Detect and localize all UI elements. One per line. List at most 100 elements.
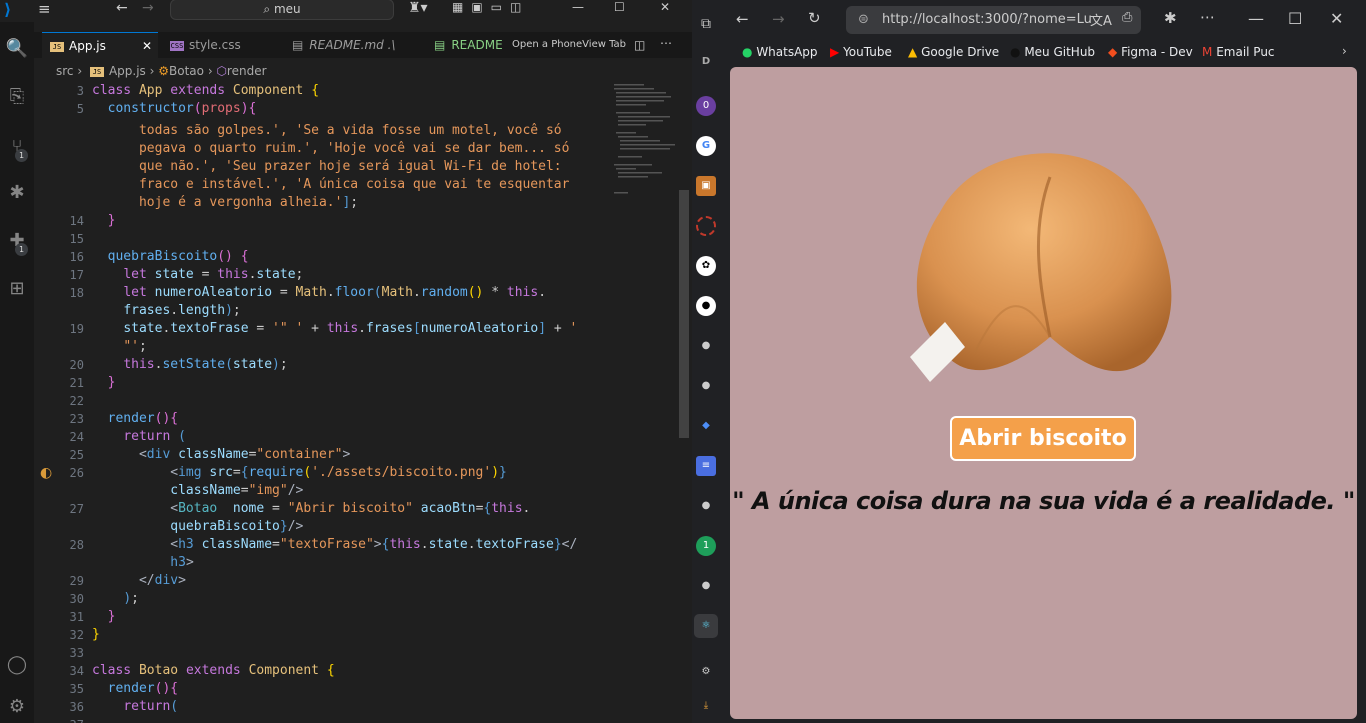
- maximize-button[interactable]: ☐: [1288, 9, 1302, 28]
- circle-icon[interactable]: [696, 216, 716, 236]
- tab-readme-md[interactable]: ▤ README.md .\: [288, 32, 428, 58]
- open-cookie-button[interactable]: Abrir biscoito: [950, 416, 1136, 461]
- back-arrow-icon[interactable]: ←: [736, 10, 749, 28]
- extensions-icon[interactable]: ✱: [1164, 9, 1177, 27]
- copilot-icon[interactable]: ♜▾: [408, 0, 428, 16]
- split-editor-icon[interactable]: ◫: [634, 38, 645, 52]
- bookmark-label: Figma - Dev: [1121, 45, 1193, 59]
- phoneview-button[interactable]: Open a PhoneView Tab: [512, 32, 626, 58]
- openai-icon[interactable]: ✿: [696, 256, 716, 276]
- bookmark-email[interactable]: M Email Puc: [1202, 40, 1275, 64]
- fortune-phrase: " A única coisa dura na sua vida é a rea…: [732, 487, 1355, 515]
- gmail-icon: M: [1202, 45, 1213, 59]
- line-number: 28: [69, 538, 84, 552]
- bookmark-whatsapp[interactable]: ● WhatsApp: [742, 40, 818, 64]
- docs-icon[interactable]: ≡: [696, 456, 716, 476]
- class-icon: ⚙: [158, 64, 170, 78]
- minimap[interactable]: [612, 82, 678, 202]
- breadcrumb-file[interactable]: App.js: [109, 64, 146, 78]
- url-text: http://localhost:3000/?nome=Lu: [882, 12, 1092, 27]
- chevron-right-icon[interactable]: ›: [1342, 44, 1347, 58]
- preview-icon: ▤: [434, 38, 446, 52]
- sidebar-letter[interactable]: D: [696, 52, 716, 72]
- line-number: 35: [69, 682, 84, 696]
- download-icon[interactable]: ⤓: [696, 696, 716, 716]
- forward-arrow-icon[interactable]: →: [142, 0, 154, 16]
- bookmark-github[interactable]: ● Meu GitHub: [1010, 40, 1095, 64]
- extensions-icon[interactable]: ✚ 1: [4, 228, 30, 256]
- settings-gear-icon[interactable]: ⚙: [4, 694, 30, 720]
- line-number: 20: [69, 358, 84, 372]
- line-number: 17: [69, 268, 84, 282]
- github-icon[interactable]: ●: [696, 296, 716, 316]
- close-button[interactable]: ✕: [1330, 9, 1343, 28]
- remote-icon[interactable]: ⊞: [4, 276, 30, 302]
- box-icon[interactable]: ▣: [696, 176, 716, 196]
- github-icon[interactable]: ●: [696, 496, 716, 516]
- tab-readme[interactable]: ▤ README: [434, 32, 508, 58]
- js-file-icon: JS: [89, 66, 104, 77]
- site-info-icon[interactable]: ⊜: [858, 6, 869, 34]
- translate-icon[interactable]: 文A: [1090, 10, 1112, 29]
- tab-style-css[interactable]: CSS style.css: [164, 32, 282, 58]
- app-icon[interactable]: 0: [696, 96, 716, 116]
- method-icon: ⬡: [216, 64, 227, 78]
- settings-gear-icon[interactable]: ⚙: [696, 662, 716, 682]
- explorer-icon[interactable]: 🔍: [4, 36, 30, 62]
- docker-icon[interactable]: ◆: [696, 416, 716, 436]
- line-number-gutter: 3 5 14 15 16 17 18 19 20 21 22 23 24 25 26 27 28 29 30 31 32…: [34, 82, 84, 723]
- reload-icon[interactable]: ↻: [808, 9, 821, 27]
- drive-icon: ▲: [908, 45, 918, 59]
- title-bar: ⟩ ≡ ← → ⌕ meu ♜▾ ▦▣▭◫ — ☐ ✕: [0, 0, 692, 22]
- github-icon: ●: [1010, 45, 1021, 59]
- bookmark-label: YouTube: [843, 45, 892, 59]
- line-number: 21: [69, 376, 84, 390]
- line-number: 18: [69, 286, 84, 300]
- breadcrumb-folder[interactable]: src: [56, 64, 74, 78]
- bookmark-google-drive[interactable]: ▲ Google Drive: [908, 40, 999, 64]
- line-number: 36: [69, 700, 84, 714]
- editor-scrollbar[interactable]: [679, 190, 689, 438]
- search-text: meu: [273, 2, 301, 16]
- line-number: 23: [69, 412, 84, 426]
- layout-icons[interactable]: ▦▣▭◫: [452, 0, 529, 14]
- close-button[interactable]: ✕: [660, 0, 670, 14]
- minimize-button[interactable]: —: [572, 0, 584, 14]
- minimize-button[interactable]: —: [1248, 9, 1264, 28]
- line-number: 22: [69, 394, 84, 408]
- breadcrumb-class[interactable]: Botao: [169, 64, 204, 78]
- more-actions-icon[interactable]: ⋯: [660, 36, 672, 50]
- forward-arrow-icon[interactable]: →: [772, 10, 785, 28]
- github-icon[interactable]: ●: [696, 336, 716, 356]
- files-icon[interactable]: ⎘: [4, 84, 30, 110]
- more-menu-icon[interactable]: ⋯: [1200, 8, 1215, 26]
- google-icon[interactable]: G: [696, 136, 716, 156]
- close-icon[interactable]: ✕: [142, 33, 152, 58]
- github-icon[interactable]: ●: [696, 576, 716, 596]
- lightbulb-cookie-icon[interactable]: ◐: [40, 465, 52, 481]
- notification-icon[interactable]: 1: [696, 536, 716, 556]
- account-icon[interactable]: ◯: [4, 652, 30, 678]
- code-editor[interactable]: class App extends Component { constructo…: [92, 82, 612, 723]
- activity-bar: 🔍 ⎘ ⑂ 1 ✱ ✚ 1 ⊞ ◯ ⚙: [0, 22, 34, 723]
- breadcrumb-method[interactable]: render: [227, 64, 267, 78]
- reading-mode-icon[interactable]: ⎙: [1122, 10, 1132, 25]
- react-icon[interactable]: ⚛: [694, 614, 718, 638]
- tab-app-js[interactable]: JS App.js ✕: [42, 32, 158, 58]
- js-file-icon: JS: [50, 41, 64, 52]
- sidebar-toggle-icon[interactable]: ⧉: [696, 14, 716, 34]
- bookmark-label: Meu GitHub: [1024, 45, 1096, 59]
- source-control-icon[interactable]: ⑂ 1: [4, 134, 30, 162]
- github-icon[interactable]: ●: [696, 376, 716, 396]
- source-control-badge: 1: [15, 149, 28, 162]
- line-number: 3: [76, 84, 84, 98]
- maximize-button[interactable]: ☐: [614, 0, 625, 14]
- command-center-search[interactable]: ⌕ meu: [170, 0, 394, 20]
- debug-icon[interactable]: ✱: [4, 180, 30, 206]
- back-arrow-icon[interactable]: ←: [116, 0, 128, 16]
- menu-icon[interactable]: ≡: [38, 0, 51, 18]
- fortune-cookie-image: [910, 153, 1172, 382]
- bookmark-label: Email Puc: [1216, 45, 1275, 59]
- bookmark-youtube[interactable]: ▶ YouTube: [830, 40, 892, 64]
- bookmark-figma[interactable]: ◆ Figma - Dev: [1108, 40, 1193, 64]
